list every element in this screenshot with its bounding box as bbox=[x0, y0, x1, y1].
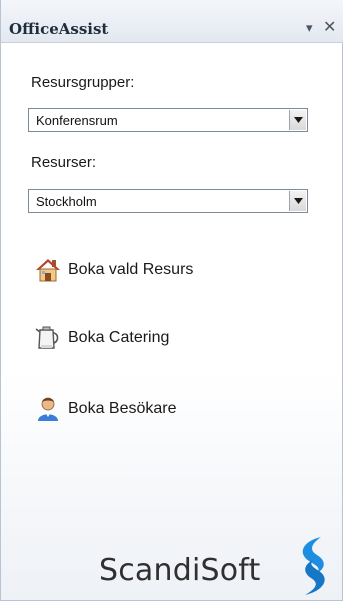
resource-value: Stockholm bbox=[36, 194, 97, 209]
pane-title: OfficeAssist bbox=[9, 20, 109, 38]
book-resource-label: Boka vald Resurs bbox=[68, 261, 194, 278]
resource-groups-label: Resursgrupper: bbox=[31, 74, 135, 91]
chevron-down-icon bbox=[294, 198, 303, 204]
resource-group-dropdown-button[interactable] bbox=[289, 110, 306, 130]
close-icon[interactable]: ✕ bbox=[323, 17, 336, 37]
resource-group-value: Konferensrum bbox=[36, 113, 118, 128]
visitor-icon bbox=[38, 397, 58, 421]
office-assist-task-pane: OfficeAssist ▾ ✕ Resursgrupper: Konferen… bbox=[0, 0, 343, 601]
resource-dropdown-button[interactable] bbox=[289, 191, 306, 211]
chevron-down-icon bbox=[294, 117, 303, 123]
book-visitor-link[interactable]: Boka Besökare bbox=[34, 394, 177, 424]
book-resource-link[interactable]: Boka vald Resurs bbox=[34, 255, 193, 285]
resource-select[interactable]: Stockholm bbox=[28, 189, 308, 213]
house-icon bbox=[36, 259, 60, 282]
resource-group-select[interactable]: Konferensrum bbox=[28, 108, 308, 132]
book-visitor-label: Boka Besökare bbox=[68, 400, 177, 417]
resources-label: Resurser: bbox=[31, 154, 97, 171]
book-catering-link[interactable]: Boka Catering bbox=[34, 323, 169, 353]
pane-title-bar: OfficeAssist ▾ ✕ bbox=[1, 0, 343, 43]
scandisoft-logo-icon bbox=[302, 537, 325, 595]
dropdown-triangle-icon[interactable]: ▾ bbox=[306, 20, 313, 36]
book-catering-label: Boka Catering bbox=[68, 329, 170, 346]
brand-name: ScandiSoft bbox=[99, 553, 261, 588]
coffee-pot-icon bbox=[35, 326, 59, 349]
